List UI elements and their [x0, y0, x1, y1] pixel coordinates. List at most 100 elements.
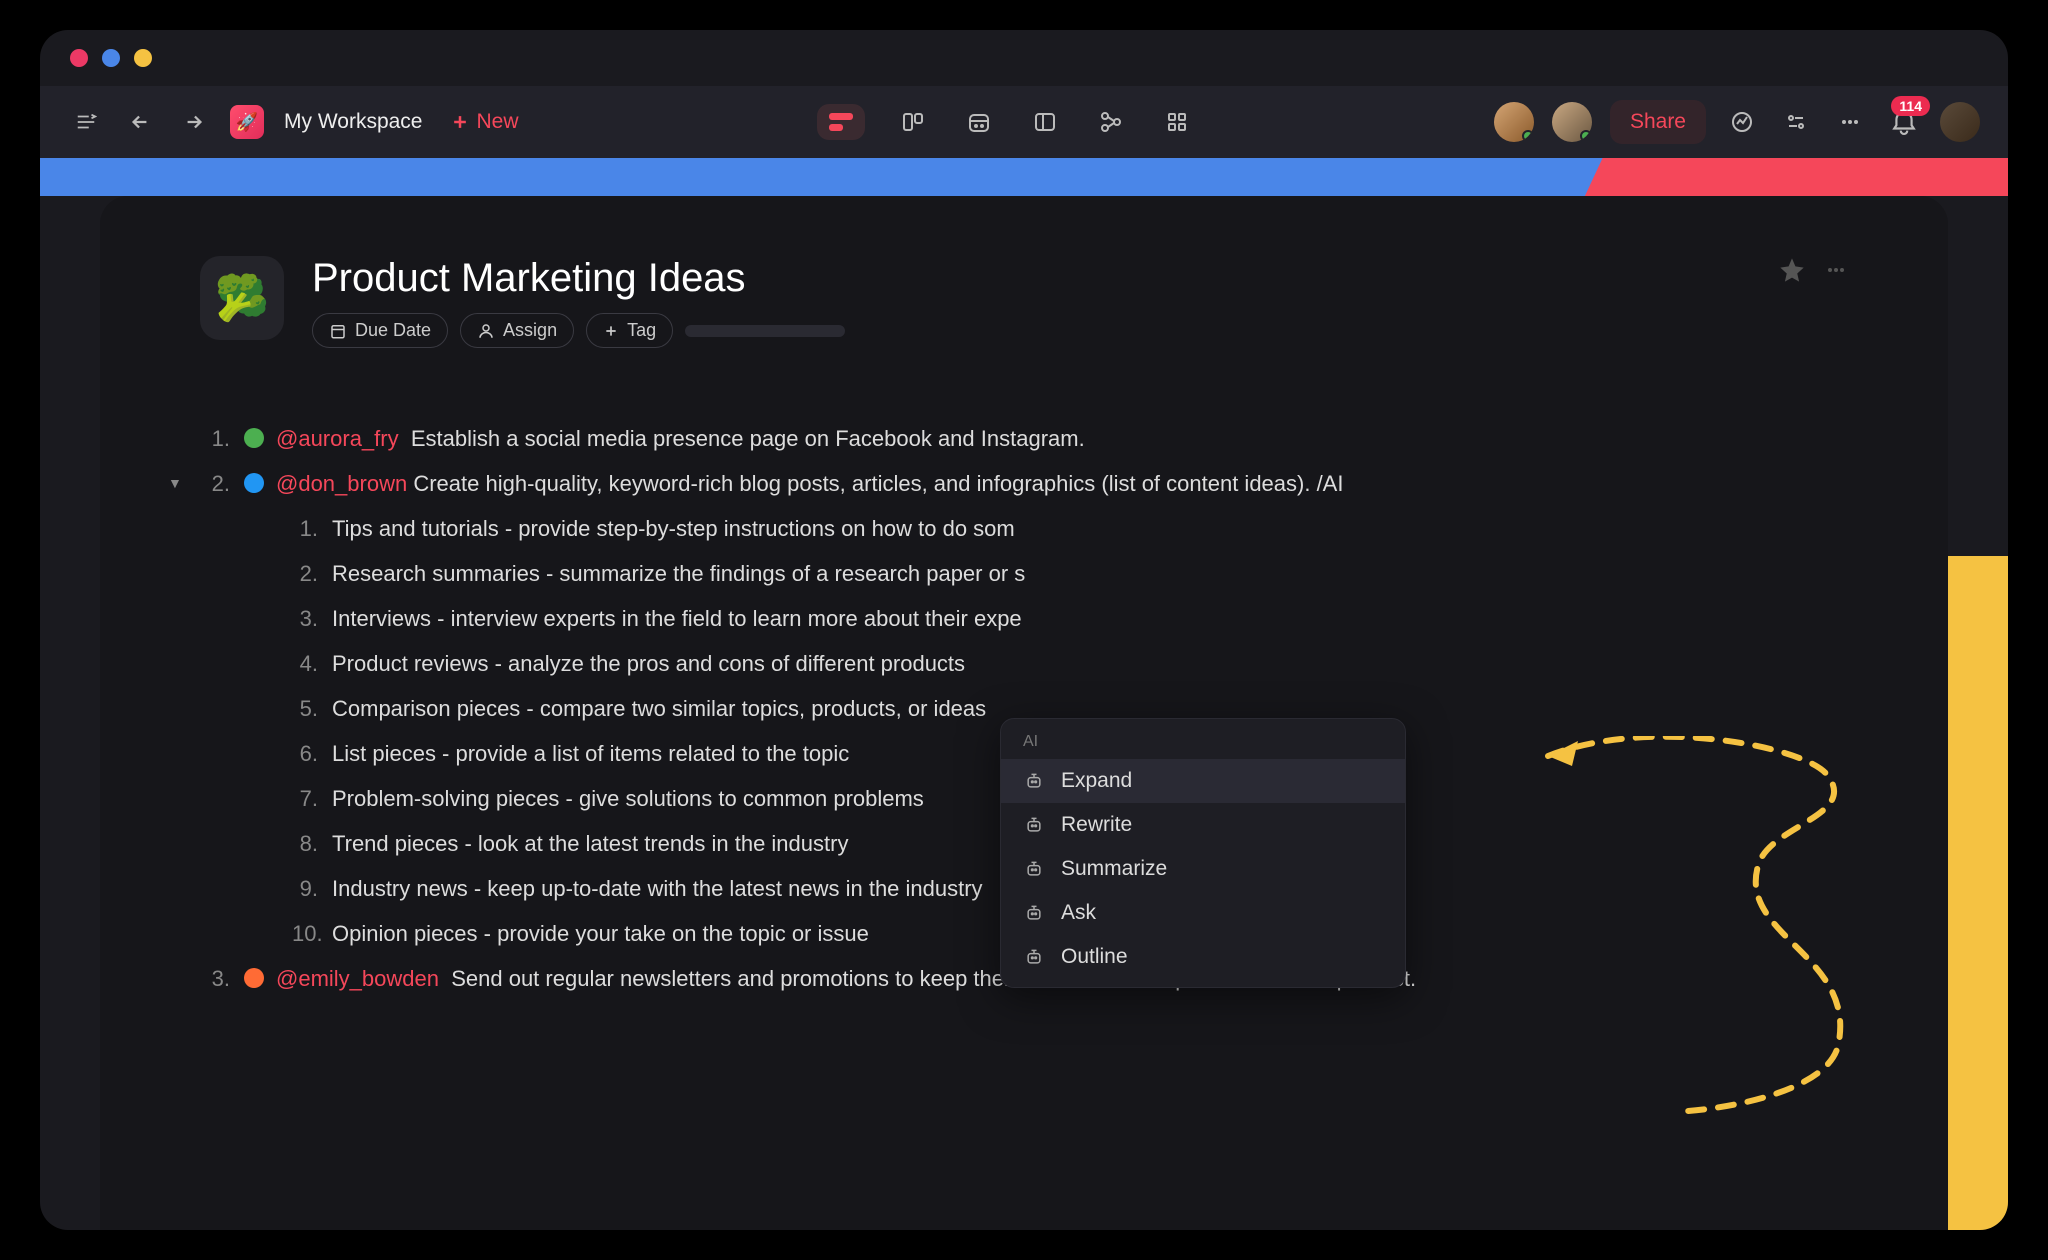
- assign-chip[interactable]: Assign: [460, 313, 574, 348]
- mention[interactable]: @emily_bowden: [276, 966, 439, 991]
- list-number: 6.: [292, 737, 332, 770]
- presence-avatar-2[interactable]: [1552, 102, 1592, 142]
- view-graph-icon[interactable]: [1093, 104, 1129, 140]
- activity-icon[interactable]: [1724, 104, 1760, 140]
- settings-icon[interactable]: [1778, 104, 1814, 140]
- nav-back-icon[interactable]: [122, 104, 158, 140]
- user-avatar[interactable]: [1940, 102, 1980, 142]
- list-number: 7.: [292, 782, 332, 815]
- list-number: 9.: [292, 872, 332, 905]
- doc-header-actions: [1778, 256, 1848, 284]
- workspace-name[interactable]: My Workspace: [284, 110, 422, 134]
- list-item[interactable]: 1. @aurora_fry Establish a social media …: [200, 416, 1848, 461]
- document-header: 🥦 Product Marketing Ideas Due Date Assig…: [200, 256, 1848, 348]
- star-icon[interactable]: [1778, 256, 1806, 284]
- list-text: Opinion pieces - provide your take on th…: [332, 917, 869, 950]
- ai-menu-ask[interactable]: Ask: [1001, 891, 1405, 935]
- sidebar-toggle-icon[interactable]: [68, 104, 104, 140]
- list-text: Problem-solving pieces - give solutions …: [332, 782, 924, 815]
- status-dot[interactable]: [244, 473, 264, 493]
- collapse-toggle-icon[interactable]: ▼: [168, 473, 182, 494]
- window-maximize[interactable]: [134, 49, 152, 67]
- ai-robot-icon: [1023, 770, 1045, 792]
- list-text: Industry news - keep up-to-date with the…: [332, 872, 983, 905]
- document-content: 🥦 Product Marketing Ideas Due Date Assig…: [100, 196, 1948, 1230]
- ai-robot-icon: [1023, 858, 1045, 880]
- presence-avatar-1[interactable]: [1494, 102, 1534, 142]
- app-logo: 🚀: [230, 105, 264, 139]
- status-dot[interactable]: [244, 428, 264, 448]
- view-table-icon[interactable]: [1027, 104, 1063, 140]
- main-toolbar: 🚀 My Workspace New: [40, 86, 2008, 158]
- view-doc-icon[interactable]: [817, 104, 865, 140]
- list-number: 2.: [292, 557, 332, 590]
- list-number: 5.: [292, 692, 332, 725]
- window-close[interactable]: [70, 49, 88, 67]
- tag-chip[interactable]: Tag: [586, 313, 673, 348]
- list-item[interactable]: 1.Tips and tutorials - provide step-by-s…: [292, 506, 1848, 551]
- ai-menu-label: Outline: [1061, 945, 1128, 969]
- list-text: Trend pieces - look at the latest trends…: [332, 827, 848, 860]
- ai-menu-label: Ask: [1061, 901, 1096, 925]
- due-date-chip[interactable]: Due Date: [312, 313, 448, 348]
- list-text: List pieces - provide a list of items re…: [332, 737, 849, 770]
- nav-forward-icon[interactable]: [176, 104, 212, 140]
- view-board-icon[interactable]: [1159, 104, 1195, 140]
- ai-menu-header: AI: [1001, 729, 1405, 759]
- new-button[interactable]: New: [450, 110, 518, 134]
- list-item[interactable]: 4.Product reviews - analyze the pros and…: [292, 641, 1848, 686]
- list-number: 1.: [200, 422, 244, 455]
- ai-menu-label: Expand: [1061, 769, 1132, 793]
- ai-menu: AI Expand Rewrite Summarize Ask Outline: [1000, 718, 1406, 988]
- ai-menu-expand[interactable]: Expand: [1001, 759, 1405, 803]
- window-minimize[interactable]: [102, 49, 120, 67]
- list-text: Tips and tutorials - provide step-by-ste…: [332, 512, 1015, 545]
- mention[interactable]: @aurora_fry: [276, 426, 399, 451]
- tag-label: Tag: [627, 320, 656, 341]
- document-title[interactable]: Product Marketing Ideas: [312, 256, 1750, 301]
- share-button[interactable]: Share: [1610, 100, 1706, 144]
- view-columns-icon[interactable]: [895, 104, 931, 140]
- ai-robot-icon: [1023, 946, 1045, 968]
- list-text: Create high-quality, keyword-rich blog p…: [413, 471, 1343, 496]
- new-button-label: New: [476, 110, 518, 134]
- list-item[interactable]: 3.Interviews - interview experts in the …: [292, 596, 1848, 641]
- document-icon[interactable]: 🥦: [200, 256, 284, 340]
- ai-robot-icon: [1023, 814, 1045, 836]
- list-number: 1.: [292, 512, 332, 545]
- ai-menu-rewrite[interactable]: Rewrite: [1001, 803, 1405, 847]
- doc-more-icon[interactable]: [1824, 258, 1848, 282]
- assign-label: Assign: [503, 320, 557, 341]
- app-window: 🚀 My Workspace New: [40, 30, 2008, 1230]
- list-text: Research summaries - summarize the findi…: [332, 557, 1025, 590]
- meta-placeholder: [685, 325, 845, 337]
- color-banner: [40, 158, 2008, 196]
- ai-robot-icon: [1023, 902, 1045, 924]
- status-dot[interactable]: [244, 968, 264, 988]
- notifications-icon[interactable]: 114: [1886, 104, 1922, 140]
- list-number: 4.: [292, 647, 332, 680]
- list-text: Comparison pieces - compare two similar …: [332, 692, 986, 725]
- list-number: 2.: [200, 467, 244, 500]
- list-item[interactable]: 2.Research summaries - summarize the fin…: [292, 551, 1848, 596]
- list-number: 3.: [200, 962, 244, 995]
- notification-badge: 114: [1891, 96, 1930, 116]
- list-text: Interviews - interview experts in the fi…: [332, 602, 1022, 635]
- ai-menu-summarize[interactable]: Summarize: [1001, 847, 1405, 891]
- mention[interactable]: @don_brown: [276, 471, 407, 496]
- right-color-accent: [1948, 556, 2008, 1230]
- view-switcher: [537, 104, 1476, 140]
- ai-menu-outline[interactable]: Outline: [1001, 935, 1405, 979]
- list-text: Product reviews - analyze the pros and c…: [332, 647, 965, 680]
- list-item[interactable]: ▼ 2. @don_brown Create high-quality, key…: [200, 461, 1848, 506]
- view-calendar-icon[interactable]: [961, 104, 997, 140]
- titlebar: [40, 30, 2008, 86]
- more-icon[interactable]: [1832, 104, 1868, 140]
- list-number: 3.: [292, 602, 332, 635]
- due-date-label: Due Date: [355, 320, 431, 341]
- list-number: 10.: [292, 917, 332, 950]
- document-meta: Due Date Assign Tag: [312, 313, 1750, 348]
- list-text: Establish a social media presence page o…: [411, 426, 1085, 451]
- ai-menu-label: Summarize: [1061, 857, 1167, 881]
- ai-menu-label: Rewrite: [1061, 813, 1132, 837]
